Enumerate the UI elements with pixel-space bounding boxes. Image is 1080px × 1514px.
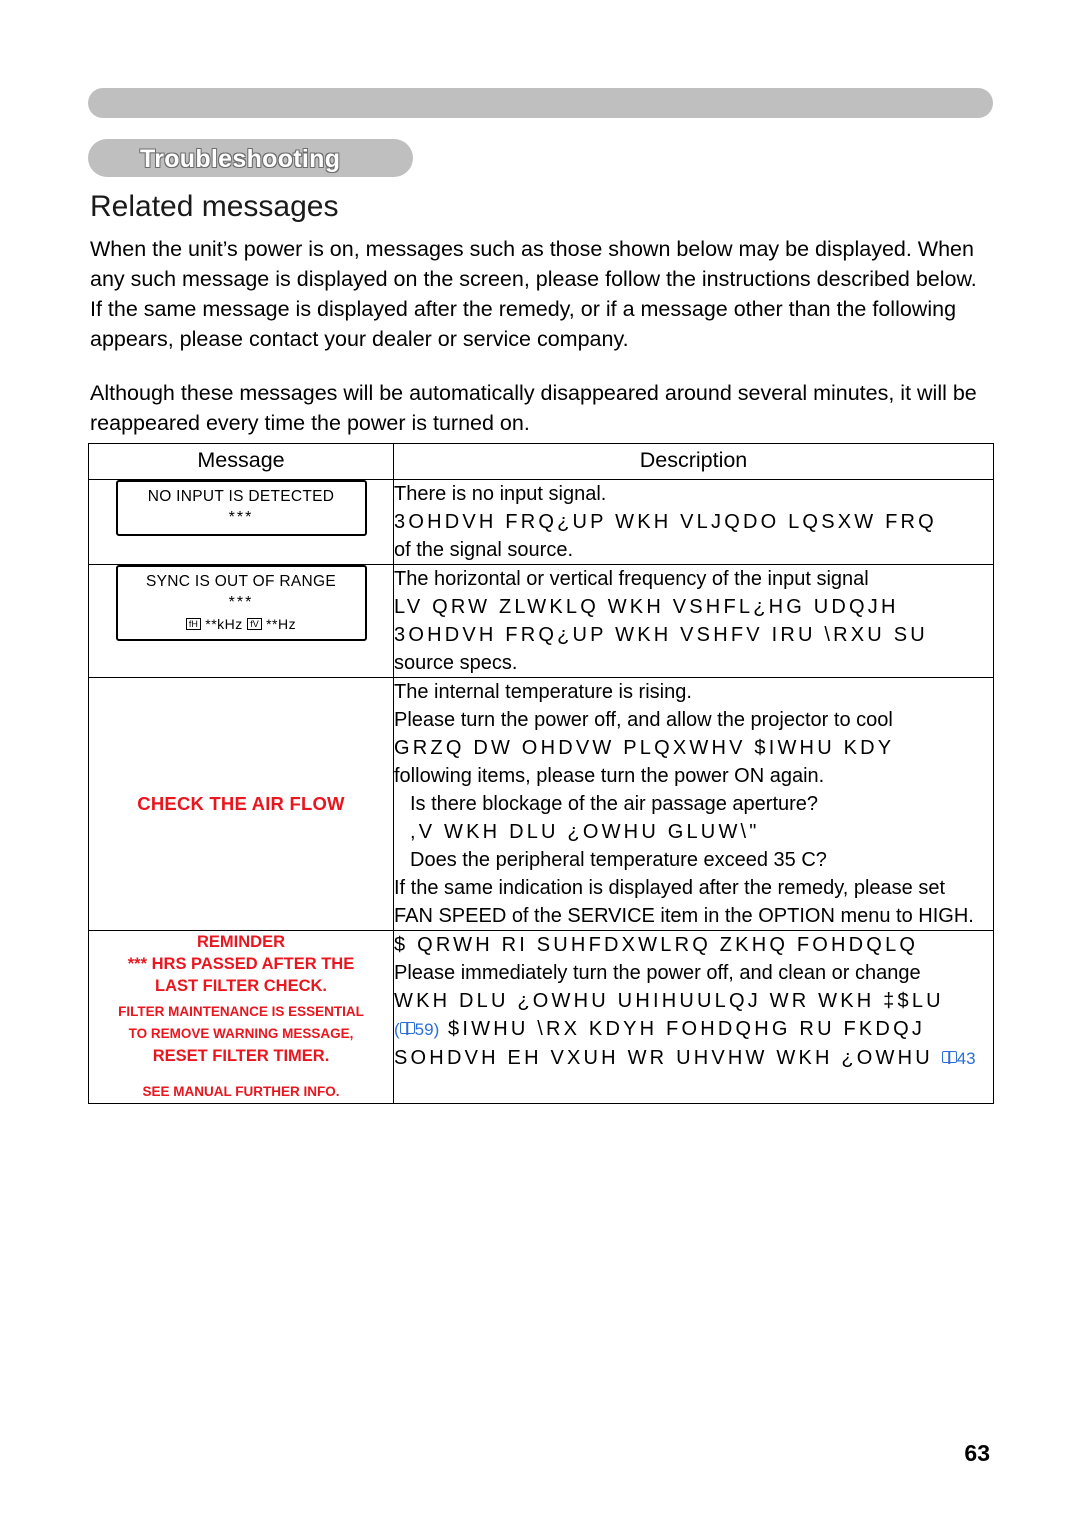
description-line: If the same indication is displayed afte… — [394, 877, 946, 899]
description-line: GRZQ DW OHDVW PLQXWHV $IWHU KDY — [394, 737, 895, 759]
page-number: 63 — [964, 1440, 990, 1466]
page-ref-close-paren: ) — [433, 1020, 440, 1039]
reminder-line: LAST FILTER CHECK. — [154, 977, 328, 995]
description-text: $IWHU \RX KDYH FOHDQHG RU FKDQJ — [448, 1018, 926, 1040]
osd-line-3: fH **kHz fV **Hz — [134, 616, 349, 632]
reminder-line: *** HRS PASSED AFTER THE — [127, 955, 355, 973]
message-text-air-flow: CHECK THE AIR FLOW — [137, 793, 345, 814]
description-line: ,V WKH DLU ¿OWHU GLUW\" — [410, 821, 760, 843]
description-line: The horizontal or vertical frequency of … — [394, 568, 869, 590]
reminder-line: FILTER MAINTENANCE IS ESSENTIAL — [118, 1004, 364, 1019]
description-line: SOHDVH EH VXUH WR UHVHW WKH ¿OWHU 43 — [394, 1044, 993, 1073]
chapter-tab-label: Troubleshooting — [140, 145, 341, 173]
description-cell-air-flow: The internal temperature is rising. Plea… — [393, 677, 994, 931]
column-header-description: Description — [393, 443, 994, 480]
description-cell-reminder: $ QRWH RI SUHFDXWLRQ ZKHQ FOHDQLQ Please… — [393, 930, 994, 1104]
description-line: There is no input signal. — [394, 483, 607, 505]
osd-line-2: *** — [228, 509, 254, 526]
description-line: The internal temperature is rising. — [394, 681, 692, 703]
reminder-line: RESET FILTER TIMER. — [152, 1047, 330, 1065]
description-line: $ QRWH RI SUHFDXWLRQ ZKHQ FOHDQLQ — [394, 934, 919, 956]
table-header-row: Message Description — [88, 443, 994, 480]
osd-box-sync-range: SYNC IS OUT OF RANGE *** fH **kHz fV **H… — [115, 565, 367, 641]
description-line: source specs. — [394, 652, 518, 674]
fv-value: **Hz — [266, 616, 297, 632]
description-line: FAN SPEED of the SERVICE item in the OPT… — [394, 905, 974, 927]
reminder-line: REMINDER — [196, 933, 285, 951]
description-line: Please turn the power off, and allow the… — [394, 709, 893, 731]
message-cell-no-input: NO INPUT IS DETECTED *** — [88, 479, 394, 565]
description-line: Please immediately turn the power off, a… — [394, 962, 921, 984]
book-icon — [941, 1051, 957, 1063]
description-line: following items, please turn the power O… — [394, 765, 825, 787]
section-title: Related messages — [90, 190, 339, 223]
page-ref-number: 43 — [956, 1049, 976, 1068]
description-line: LV QRW ZLWKLQ WKH VSHFL¿HG UDQJH — [394, 596, 899, 618]
running-head-text: Troubleshooting — [909, 4, 1020, 21]
description-line: 3OHDVH FRQ¿UP WKH VSHFV IRU \RXU SU — [394, 624, 928, 646]
description-text: SOHDVH EH VXUH WR UHVHW WKH ¿OWHU — [394, 1047, 933, 1069]
running-head-band — [88, 88, 993, 118]
description-line: 3OHDVH FRQ¿UP WKH VLJQDO LQSXW FRQ — [394, 511, 937, 533]
reminder-line: TO REMOVE WARNING MESSAGE, — [128, 1026, 354, 1041]
osd-line-1: SYNC IS OUT OF RANGE — [145, 573, 337, 590]
description-line: Is there blockage of the air passage ape… — [410, 793, 819, 815]
message-text-reminder: REMINDER *** HRS PASSED AFTER THE LAST F… — [89, 931, 393, 1103]
osd-line-2: *** — [228, 594, 254, 611]
description-cell-sync-range: The horizontal or vertical frequency of … — [393, 564, 994, 678]
message-cell-reminder: REMINDER *** HRS PASSED AFTER THE LAST F… — [88, 930, 394, 1104]
messages-table: Message Description NO INPUT IS DETECTED… — [88, 443, 994, 1104]
description-line: Does the peripheral temperature exceed 3… — [410, 849, 827, 871]
fv-label: fV — [247, 618, 262, 630]
table-row: CHECK THE AIR FLOW The internal temperat… — [88, 677, 994, 931]
table-row: SYNC IS OUT OF RANGE *** fH **kHz fV **H… — [88, 564, 994, 678]
description-cell-no-input: There is no input signal. 3OHDVH FRQ¿UP … — [393, 479, 994, 565]
page-ref-open-paren: ( — [394, 1020, 400, 1039]
fh-value: **kHz — [205, 616, 243, 632]
reminder-line: SEE MANUAL FURTHER INFO. — [142, 1084, 340, 1099]
message-cell-sync-range: SYNC IS OUT OF RANGE *** fH **kHz fV **H… — [88, 564, 394, 678]
description-line: of the signal source. — [394, 539, 573, 561]
column-header-message: Message — [88, 443, 394, 480]
description-line: (59) $IWHU \RX KDYH FOHDQHG RU FKDQJ — [394, 1015, 993, 1044]
table-row: REMINDER *** HRS PASSED AFTER THE LAST F… — [88, 930, 994, 1104]
table-row: NO INPUT IS DETECTED *** There is no inp… — [88, 479, 994, 565]
osd-line-1: NO INPUT IS DETECTED — [147, 488, 335, 505]
fh-label: fH — [185, 618, 201, 630]
osd-box-no-input: NO INPUT IS DETECTED *** — [115, 480, 367, 536]
description-line: WKH DLU ¿OWHU UHIHUULQJ WR WKH ‡$LU — [394, 990, 944, 1012]
book-icon — [399, 1022, 415, 1034]
message-cell-air-flow: CHECK THE AIR FLOW — [88, 677, 394, 931]
intro-paragraph-2: Although these messages will be automati… — [90, 381, 977, 435]
page-ref-number: 59 — [414, 1020, 434, 1039]
intro-paragraph-1: When the unit’s power is on, messages su… — [90, 237, 977, 351]
